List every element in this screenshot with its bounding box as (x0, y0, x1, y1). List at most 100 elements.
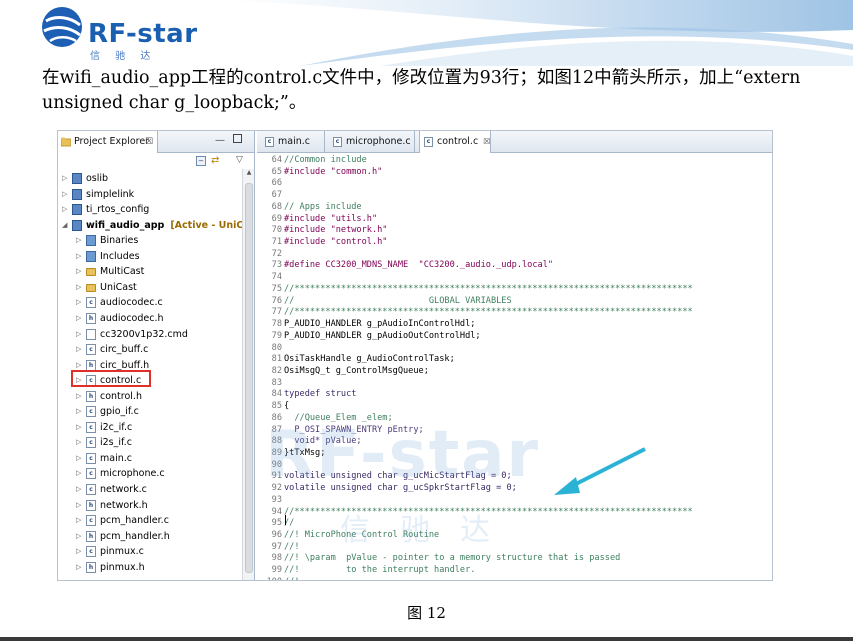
project-explorer-tabbar: Project Explorer ☒ — (58, 131, 254, 153)
c-file-icon: c (86, 406, 96, 418)
code-line: 71 #include "control.h" (257, 237, 388, 249)
expand-right-icon[interactable]: ▷ (76, 389, 84, 404)
expand-right-icon[interactable]: ▷ (76, 513, 84, 528)
close-icon[interactable]: ☒ (483, 137, 490, 146)
maximize-icon[interactable] (233, 134, 242, 143)
code-line: 76// GLOBAL VARIABLES (257, 296, 512, 308)
editor-tab-label: control.c (437, 136, 479, 147)
code-text: P_AUDIO_HANDLER g_pAudioOutControlHdl; (284, 330, 481, 341)
scroll-up-icon[interactable]: ▲ (243, 169, 254, 179)
code-text: #include "utils.h" (284, 213, 378, 224)
code-line: 81 OsiTaskHandle g_AudioControlTask; (257, 354, 455, 366)
link-with-editor-icon[interactable]: ⇄ (211, 155, 223, 167)
code-line: 73 #define CC3200_MDNS_NAME "CC3200._audi… (257, 260, 553, 272)
h-file-icon: h (86, 359, 96, 371)
tree-item-label: UniCast (100, 281, 137, 293)
c-file-icon: c (86, 468, 96, 480)
expand-right-icon[interactable]: ▷ (76, 311, 84, 326)
tab-project-explorer[interactable]: Project Explorer ☒ (58, 131, 158, 153)
c-file-icon: c (424, 137, 433, 147)
tree-item-label: ti_rtos_config (86, 204, 150, 216)
project-icon (72, 219, 82, 231)
expand-right-icon[interactable]: ▷ (76, 435, 84, 450)
binaries-icon (86, 235, 96, 247)
c-file-icon: c (86, 484, 96, 495)
line-number: 69 (271, 213, 282, 224)
line-number: 94 (271, 506, 282, 517)
minimize-icon[interactable]: — (215, 135, 225, 146)
line-number: 80 (271, 342, 282, 353)
tree-item-label: i2s_if.c (100, 437, 132, 449)
expand-right-icon[interactable]: ▷ (76, 404, 84, 419)
expand-right-icon[interactable]: ▷ (76, 233, 84, 248)
code-text: //! (284, 541, 300, 552)
line-number: 81 (271, 354, 282, 365)
code-line: 69 #include "utils.h" (257, 213, 378, 226)
editor-tab[interactable]: c main.c (261, 131, 325, 153)
expand-right-icon[interactable]: ▷ (76, 560, 84, 575)
expand-right-icon[interactable]: ▷ (76, 529, 84, 544)
line-number: 100 (257, 577, 284, 580)
tree-item-label: oslib (86, 173, 109, 184)
line-number: 93 (271, 494, 282, 505)
code-text: #include "network.h" (284, 225, 388, 236)
expand-right-icon[interactable]: ▷ (76, 280, 84, 295)
editor-tab[interactable]: c control.c ☒ (419, 131, 491, 153)
code-line: 100//! (257, 577, 299, 580)
code-line: 75//************************************… (257, 284, 693, 296)
cmd-file-icon (86, 328, 96, 340)
code-line: 66 (257, 178, 284, 190)
expand-right-icon[interactable]: ▷ (76, 498, 84, 513)
code-text: #include "common.h" (284, 166, 383, 177)
c-file-icon: c (86, 297, 96, 309)
view-menu-icon[interactable]: ▽ (236, 155, 243, 165)
code-line: 79 P_AUDIO_HANDLER g_pAudioOutControlHdl; (257, 331, 481, 343)
expand-right-icon[interactable]: ▷ (76, 264, 84, 279)
tree-item-label: Includes (100, 250, 140, 262)
highlight-box (71, 370, 151, 387)
expand-right-icon[interactable]: ▷ (76, 451, 84, 466)
expand-down-icon[interactable]: ◢ (62, 218, 70, 233)
line-number: 84 (271, 389, 282, 400)
expand-right-icon[interactable]: ▷ (76, 482, 84, 497)
active-config-tag: [Active - UniCa (170, 219, 250, 231)
tree-item-label: MultiCast (100, 266, 145, 278)
c-file-icon: c (86, 437, 96, 449)
expand-right-icon[interactable]: ▷ (62, 202, 70, 217)
expand-right-icon[interactable]: ▷ (62, 171, 70, 186)
line-number: 98 (271, 553, 282, 564)
expand-right-icon[interactable]: ▷ (76, 544, 84, 559)
line-number: 72 (271, 248, 282, 259)
expand-right-icon[interactable]: ▷ (76, 420, 84, 435)
line-number: 71 (271, 237, 282, 248)
expand-right-icon[interactable]: ▷ (76, 249, 84, 264)
code-line: 65 #include "common.h" (257, 166, 383, 179)
line-number: 66 (271, 178, 282, 189)
figure-caption: 图 12 (407, 604, 446, 622)
line-number: 75 (271, 283, 282, 294)
project-explorer-scrollbar[interactable]: ▲ (242, 169, 254, 580)
close-icon[interactable]: ☒ (145, 131, 153, 153)
tree-item-label: network.h (100, 499, 148, 511)
code-line: 83 (257, 378, 284, 390)
collapse-all-icon[interactable]: − (196, 156, 206, 166)
code-line: 82 OsiMsgQ_t g_ControlMsgQueue; (257, 366, 429, 378)
line-number: 82 (271, 365, 282, 376)
line-number: 83 (271, 377, 282, 388)
scrollbar-thumb[interactable] (245, 183, 253, 573)
expand-right-icon[interactable]: ▷ (76, 295, 84, 310)
editor-tab-label: microphone.c (346, 136, 411, 147)
project-explorer-icon (61, 137, 71, 147)
expand-right-icon[interactable]: ▷ (62, 187, 70, 202)
tree-item-label: cc3200v1p32.cmd (100, 328, 188, 340)
line-number: 85 (271, 401, 282, 412)
line-number: 73 (271, 260, 282, 271)
editor-tab[interactable]: c microphone.c (329, 131, 415, 153)
expand-right-icon[interactable]: ▷ (76, 466, 84, 481)
code-line: 78 P_AUDIO_HANDLER g_pAudioInControlHdl; (257, 319, 476, 331)
line-number: 99 (271, 565, 282, 576)
logo-globe-icon (42, 7, 82, 47)
project-icon (72, 188, 82, 200)
expand-right-icon[interactable]: ▷ (76, 342, 84, 357)
expand-right-icon[interactable]: ▷ (76, 327, 84, 342)
